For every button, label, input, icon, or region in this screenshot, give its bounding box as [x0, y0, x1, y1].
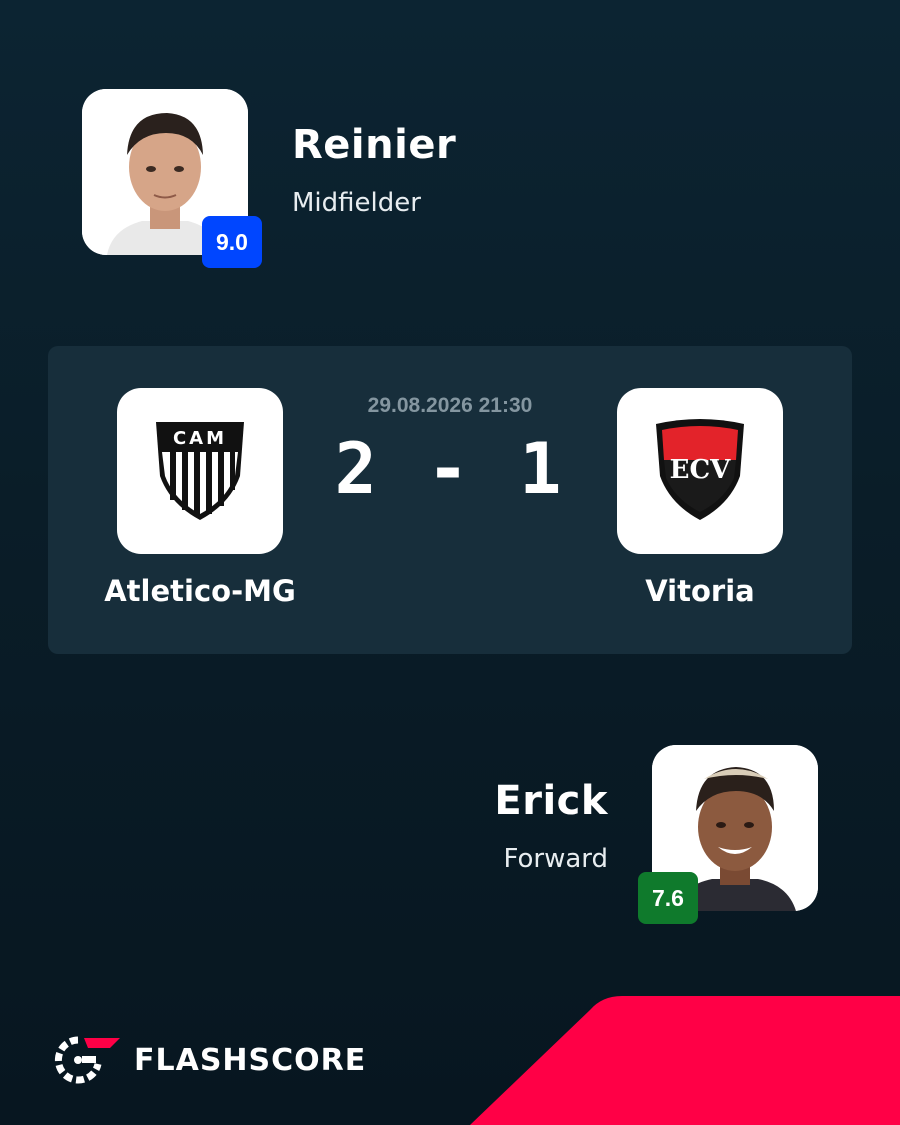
match-card: CAM ECV 29.08.2026 21:30 2 - 1 Atletico-… [48, 346, 852, 654]
erick-name: Erick [494, 778, 608, 824]
brand-accent-shape [470, 996, 900, 1125]
flashscore-logo-icon [54, 1036, 120, 1084]
erick-rating-badge: 7.6 [638, 872, 698, 924]
away-team-name: Vitoria [645, 574, 755, 608]
match-score: 2 - 1 [334, 428, 566, 510]
reinier-name: Reinier [292, 122, 457, 168]
erick-position: Forward [503, 844, 608, 874]
reinier-rating-badge: 9.0 [202, 216, 262, 268]
home-team-name: Atletico-MG [104, 574, 296, 608]
match-datetime: 29.08.2026 21:30 [367, 394, 533, 417]
reinier-position: Midfielder [292, 188, 421, 218]
flashscore-wordmark: FLASHSCORE [134, 1042, 367, 1078]
flashscore-logo: FLASHSCORE [54, 1034, 366, 1086]
